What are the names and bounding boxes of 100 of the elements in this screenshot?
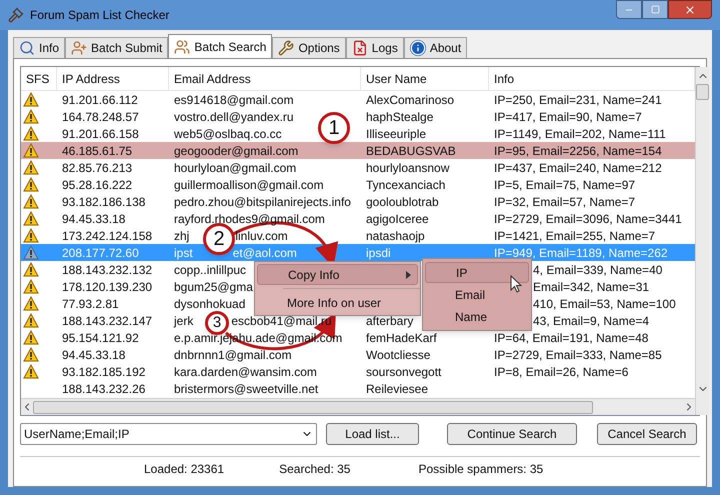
- warning-icon: [23, 296, 39, 311]
- warning-icon: [23, 177, 39, 192]
- table-cell: ipsdi: [366, 246, 391, 260]
- horizontal-scrollbar[interactable]: [21, 398, 695, 415]
- table-cell: Wootcliesse: [366, 348, 430, 362]
- tab[interactable]: Logs: [346, 37, 404, 58]
- table-cell-text: bgum25@gma: [174, 278, 253, 296]
- table-cell-text: zhj: [174, 228, 190, 244]
- table-cell: agigoIceree: [366, 212, 429, 226]
- table-cell: BEDABUGSVAB: [366, 144, 456, 158]
- warning-icon: [23, 160, 39, 175]
- warning-icon: [23, 92, 39, 107]
- table-cell: 4, Email=339, Name=40: [533, 262, 662, 276]
- table-cell: IP=32, Email=57, Name=7: [494, 194, 636, 208]
- table-row[interactable]: 46.185.61.75 geogooder@gmail.com BEDABUGSVAB IP=95, Email=2256, Name=154: [21, 142, 695, 159]
- menu-item[interactable]: Email: [425, 284, 529, 305]
- status-text: Loaded: 23361: [144, 461, 224, 478]
- table-cell: Email=342, Name=31: [533, 280, 650, 294]
- table-cell: IP=417, Email=90, Name=7: [494, 110, 642, 124]
- table-cell: 43, Email=9, Name=4: [533, 314, 650, 328]
- table-cell-text: kara.darden@wansim.com: [174, 364, 317, 380]
- table-cell: 77.93.2.81: [62, 296, 119, 310]
- table-cell: 93.182.186.138: [62, 194, 146, 208]
- table-cell-text: es914618@gmail.com: [174, 92, 294, 108]
- vertical-scrollbar[interactable]: [695, 67, 709, 415]
- table-cell-text: jerk: [174, 312, 194, 330]
- table-cell-text: bristermors@sweetville.net: [174, 380, 318, 398]
- warning-icon: [23, 245, 39, 260]
- table-cell: 188.143.232.26: [62, 382, 146, 396]
- tab[interactable]: About: [404, 37, 468, 58]
- gavel-icon: [8, 7, 24, 23]
- warning-icon: [23, 330, 39, 345]
- column-header[interactable]: IP Address: [57, 67, 169, 90]
- table-cell-text: copp..inlillpuc: [174, 262, 246, 278]
- table-cell-text: et@aol.com: [232, 244, 297, 262]
- table-cell: Tyncexanciach: [366, 178, 446, 192]
- window-title: Forum Spam List Checker: [30, 7, 170, 24]
- status-text: Searched: 35: [279, 461, 350, 478]
- table-row[interactable]: 188.143.232.26 bristermors@sweetville.net Reileviesee: [21, 380, 695, 397]
- table-cell: hourlyloansnow: [366, 160, 450, 174]
- table-cell: 95.154.121.92: [62, 330, 139, 344]
- table-cell: 188.143.232.147: [62, 314, 152, 328]
- table-cell: IP=5, Email=75, Name=97: [494, 178, 636, 192]
- table-cell: 82.85.76.213: [62, 160, 132, 174]
- minimize-button[interactable]: [616, 0, 642, 19]
- warning-icon: [23, 262, 39, 277]
- table-cell: IP=2729, Email=333, Name=85: [494, 348, 662, 362]
- filter-dropdown[interactable]: UserName;Email;IP: [20, 423, 317, 445]
- tab[interactable]: Batch Submit: [65, 37, 168, 58]
- wrench-icon: [278, 40, 294, 56]
- column-header[interactable]: User Name: [361, 67, 489, 90]
- warning-icon: [23, 109, 39, 124]
- table-cell-text: web5@oslbaq.co.cc: [174, 126, 282, 142]
- tab[interactable]: Info: [13, 37, 66, 58]
- table-cell-text: pedro.zhou@bitspilanirejects.info: [174, 194, 351, 210]
- table-cell: Reileviesee: [366, 382, 428, 396]
- maximize-icon: [650, 5, 660, 14]
- menu-item[interactable]: More Info on user: [257, 292, 418, 313]
- table-cell: natashaojp: [366, 228, 425, 242]
- table-cell: 94.45.33.18: [62, 348, 126, 362]
- table-cell: 173.242.124.158: [62, 228, 152, 242]
- table-cell: 95.28.16.222: [62, 178, 132, 192]
- action-button[interactable]: Load list...: [326, 423, 419, 445]
- table-cell: 178.120.139.230: [62, 280, 152, 294]
- table-cell: IP=437, Email=240, Name=212: [494, 160, 662, 174]
- table-cell-text: hourlyloan@gmail.com: [174, 160, 296, 176]
- menu-item[interactable]: Name: [425, 306, 529, 327]
- tab[interactable]: Batch Search: [168, 34, 272, 58]
- table-cell: afterbary: [366, 314, 414, 328]
- submenu-arrow-icon: [406, 270, 411, 278]
- table-cell: femHadeKarf: [366, 330, 437, 344]
- table-cell: IP=8, Email=26, Name=6: [494, 364, 628, 378]
- table-cell: 410, Email=53, Name=100: [533, 296, 676, 310]
- status-text: Possible spammers: 35: [418, 461, 544, 478]
- close-icon: [684, 4, 696, 16]
- table-cell: IP=64, Email=191, Name=48: [494, 330, 648, 344]
- menu-item[interactable]: Copy Info: [257, 264, 418, 285]
- column-header[interactable]: Email Address: [169, 67, 361, 90]
- cursor-icon: [510, 275, 522, 293]
- warning-icon: [23, 313, 39, 328]
- warning-icon: [23, 194, 39, 209]
- table-cell: IP=95, Email=2256, Name=154: [494, 144, 662, 158]
- table-cell: IP=1421, Email=255, Name=7: [494, 228, 656, 242]
- table-cell: 94.45.33.18: [62, 212, 126, 226]
- close-button[interactable]: [668, 0, 712, 19]
- users-icon: [174, 38, 190, 54]
- table-cell-text: dnbrnnn1@gmail.com: [174, 346, 292, 364]
- table-cell: 188.143.232.132: [62, 262, 152, 276]
- tab[interactable]: Options: [272, 37, 346, 58]
- action-button[interactable]: Cancel Search: [597, 423, 697, 445]
- magnifier-icon: [19, 40, 35, 56]
- user-plus-icon: [71, 40, 88, 56]
- scroll-thumb[interactable]: [696, 84, 709, 100]
- table-cell-text: ipst: [174, 244, 193, 262]
- column-header[interactable]: SFS: [21, 67, 57, 90]
- maximize-button[interactable]: [642, 0, 668, 19]
- table-cell: 93.182.185.192: [62, 364, 146, 378]
- menu-item[interactable]: IP: [425, 262, 529, 283]
- action-button[interactable]: Continue Search: [447, 423, 577, 445]
- scroll-thumb[interactable]: [33, 400, 593, 414]
